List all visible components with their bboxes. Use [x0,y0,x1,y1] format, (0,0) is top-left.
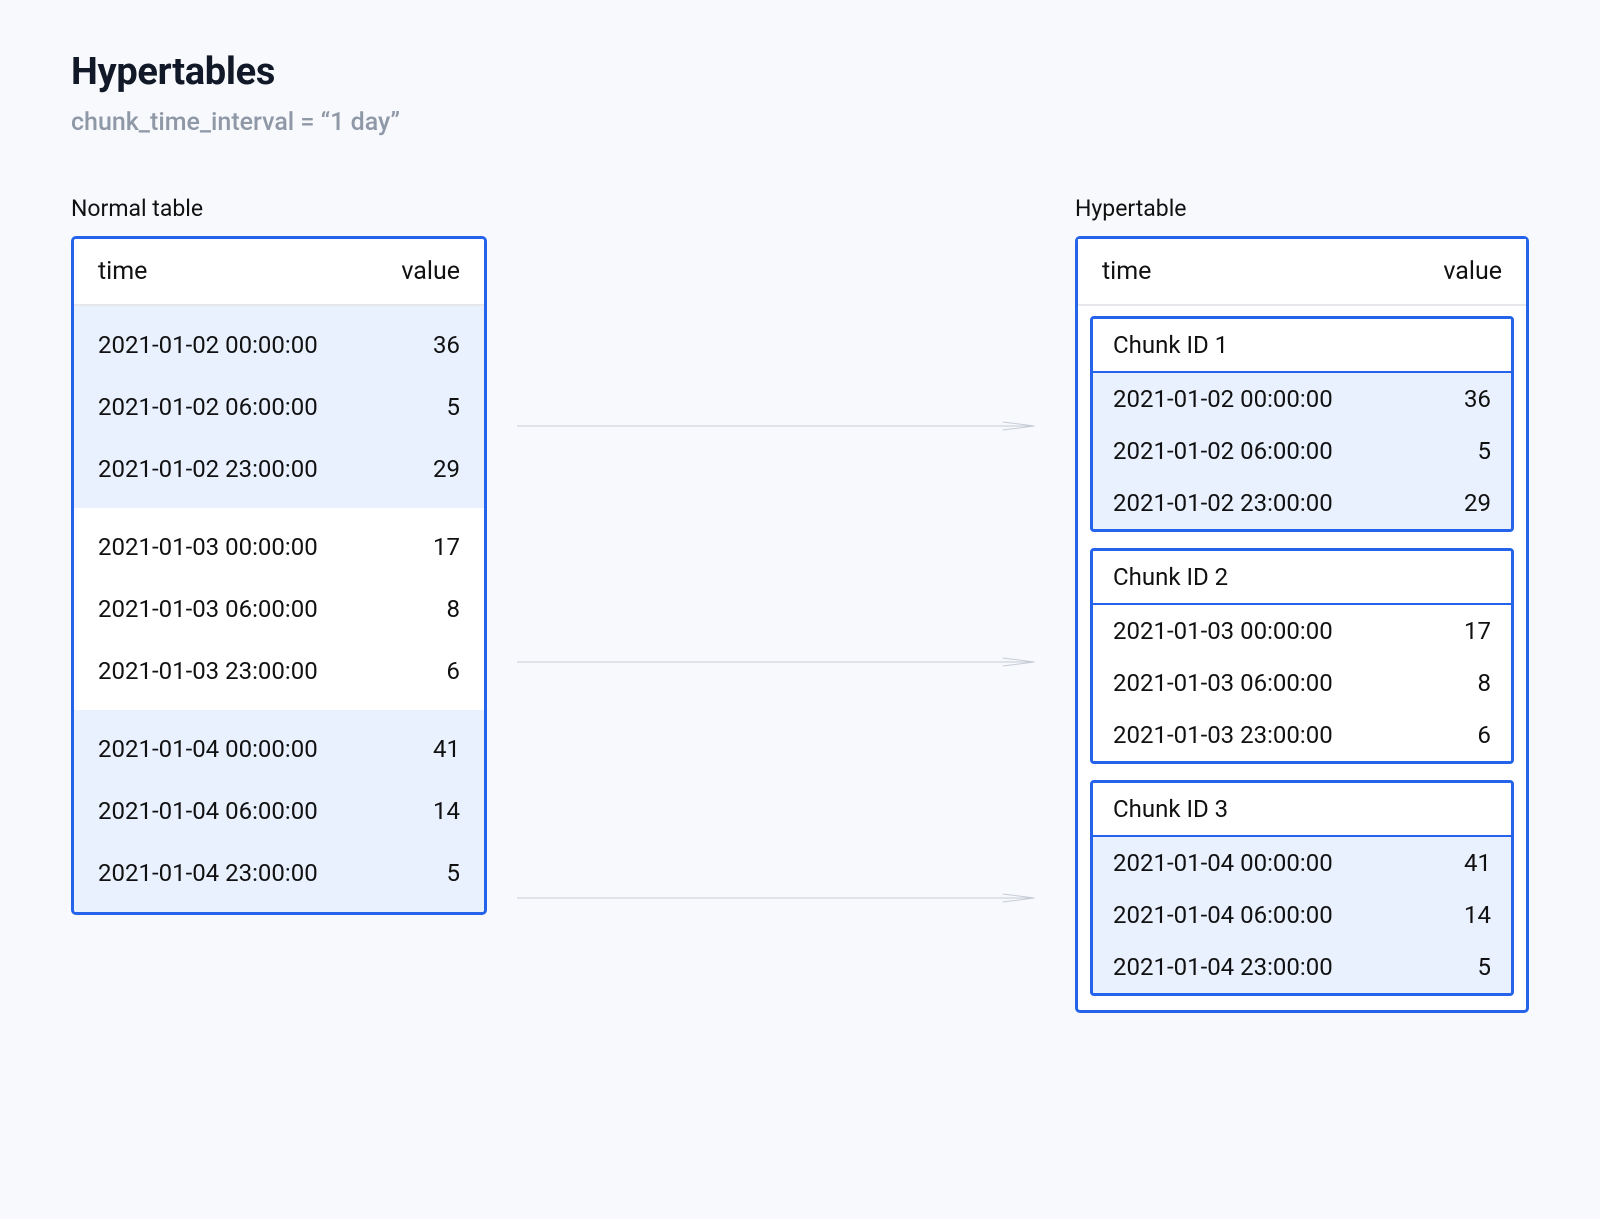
cell-time: 2021-01-04 23:00:00 [98,859,318,887]
cell-value: 6 [1478,721,1492,749]
table-row: 2021-01-04 23:00:00 5 [74,842,484,904]
chunk-body: 2021-01-04 00:00:00 41 2021-01-04 06:00:… [1093,837,1511,993]
cell-time: 2021-01-04 06:00:00 [1113,901,1333,929]
cell-value: 6 [447,657,461,685]
arrow-icon [517,889,1045,890]
chunk: Chunk ID 1 2021-01-02 00:00:00 36 2021-0… [1090,316,1514,532]
table-row: 2021-01-02 23:00:00 29 [1093,477,1511,529]
row-group: 2021-01-02 00:00:00 36 2021-01-02 06:00:… [74,306,484,508]
cell-time: 2021-01-03 00:00:00 [1113,617,1333,645]
chunk-body: 2021-01-03 00:00:00 17 2021-01-03 06:00:… [1093,605,1511,761]
chunk: Chunk ID 2 2021-01-03 00:00:00 17 2021-0… [1090,548,1514,764]
cell-time: 2021-01-03 23:00:00 [1113,721,1333,749]
cell-value: 14 [433,797,460,825]
chunk-header: Chunk ID 1 [1093,319,1511,373]
col-value: value [1443,257,1502,286]
table-row: 2021-01-03 00:00:00 17 [74,516,484,578]
cell-time: 2021-01-02 06:00:00 [98,393,318,421]
cell-time: 2021-01-04 06:00:00 [98,797,318,825]
cell-value: 36 [1464,385,1491,413]
cell-value: 17 [433,533,460,561]
cell-time: 2021-01-04 00:00:00 [98,735,318,763]
table-row: 2021-01-02 06:00:00 5 [1093,425,1511,477]
table-row: 2021-01-04 06:00:00 14 [1093,889,1511,941]
table-row: 2021-01-04 23:00:00 5 [1093,941,1511,993]
cell-value: 8 [447,595,461,623]
arrows-column [487,195,1075,1065]
cell-value: 29 [433,455,460,483]
table-row: 2021-01-02 00:00:00 36 [1093,373,1511,425]
table-row: 2021-01-02 23:00:00 29 [74,438,484,500]
table-row: 2021-01-04 06:00:00 14 [74,780,484,842]
cell-time: 2021-01-02 00:00:00 [98,331,318,359]
hypertable-label: Hypertable [1075,195,1529,222]
table-row: 2021-01-03 00:00:00 17 [1093,605,1511,657]
chunk-header: Chunk ID 2 [1093,551,1511,605]
normal-table-column: Normal table time value 2021-01-02 00:00… [71,195,487,915]
cell-time: 2021-01-04 23:00:00 [1113,953,1333,981]
cell-value: 17 [1464,617,1491,645]
page-title: Hypertables [71,50,1529,94]
cell-value: 14 [1464,901,1491,929]
page-subtitle: chunk_time_interval = “1 day” [71,108,1529,137]
chunk-header: Chunk ID 3 [1093,783,1511,837]
cell-time: 2021-01-02 00:00:00 [1113,385,1333,413]
table-header: time value [1078,239,1526,306]
cell-value: 36 [433,331,460,359]
chunk-body: 2021-01-02 00:00:00 36 2021-01-02 06:00:… [1093,373,1511,529]
table-header: time value [74,239,484,306]
cell-time: 2021-01-02 23:00:00 [98,455,318,483]
normal-table-label: Normal table [71,195,487,222]
table-row: 2021-01-03 23:00:00 6 [74,640,484,702]
hypertable: time value Chunk ID 1 2021-01-02 00:00:0… [1075,236,1529,1013]
table-row: 2021-01-03 06:00:00 8 [74,578,484,640]
arrow-icon [517,653,1045,654]
cell-value: 29 [1464,489,1491,517]
cell-value: 41 [433,735,460,763]
cell-value: 5 [1478,437,1492,465]
table-row: 2021-01-02 00:00:00 36 [74,314,484,376]
col-time: time [98,257,147,286]
cell-value: 41 [1464,849,1491,877]
table-row: 2021-01-04 00:00:00 41 [74,718,484,780]
cell-value: 5 [447,393,461,421]
table-row: 2021-01-03 23:00:00 6 [1093,709,1511,761]
cell-value: 5 [447,859,461,887]
cell-time: 2021-01-03 06:00:00 [98,595,318,623]
cell-time: 2021-01-03 00:00:00 [98,533,318,561]
arrow-icon [517,417,1045,418]
row-group: 2021-01-04 00:00:00 41 2021-01-04 06:00:… [74,710,484,912]
table-row: 2021-01-04 00:00:00 41 [1093,837,1511,889]
col-value: value [401,257,460,286]
normal-table: time value 2021-01-02 00:00:00 36 2021-0… [71,236,487,915]
hypertable-column: Hypertable time value Chunk ID 1 2021-01… [1075,195,1529,1013]
cell-value: 5 [1478,953,1492,981]
table-row: 2021-01-02 06:00:00 5 [74,376,484,438]
cell-time: 2021-01-02 06:00:00 [1113,437,1333,465]
row-group: 2021-01-03 00:00:00 17 2021-01-03 06:00:… [74,508,484,710]
col-time: time [1102,257,1151,286]
cell-time: 2021-01-03 06:00:00 [1113,669,1333,697]
cell-time: 2021-01-02 23:00:00 [1113,489,1333,517]
chunk: Chunk ID 3 2021-01-04 00:00:00 41 2021-0… [1090,780,1514,996]
cell-value: 8 [1478,669,1492,697]
cell-time: 2021-01-04 00:00:00 [1113,849,1333,877]
cell-time: 2021-01-03 23:00:00 [98,657,318,685]
table-row: 2021-01-03 06:00:00 8 [1093,657,1511,709]
